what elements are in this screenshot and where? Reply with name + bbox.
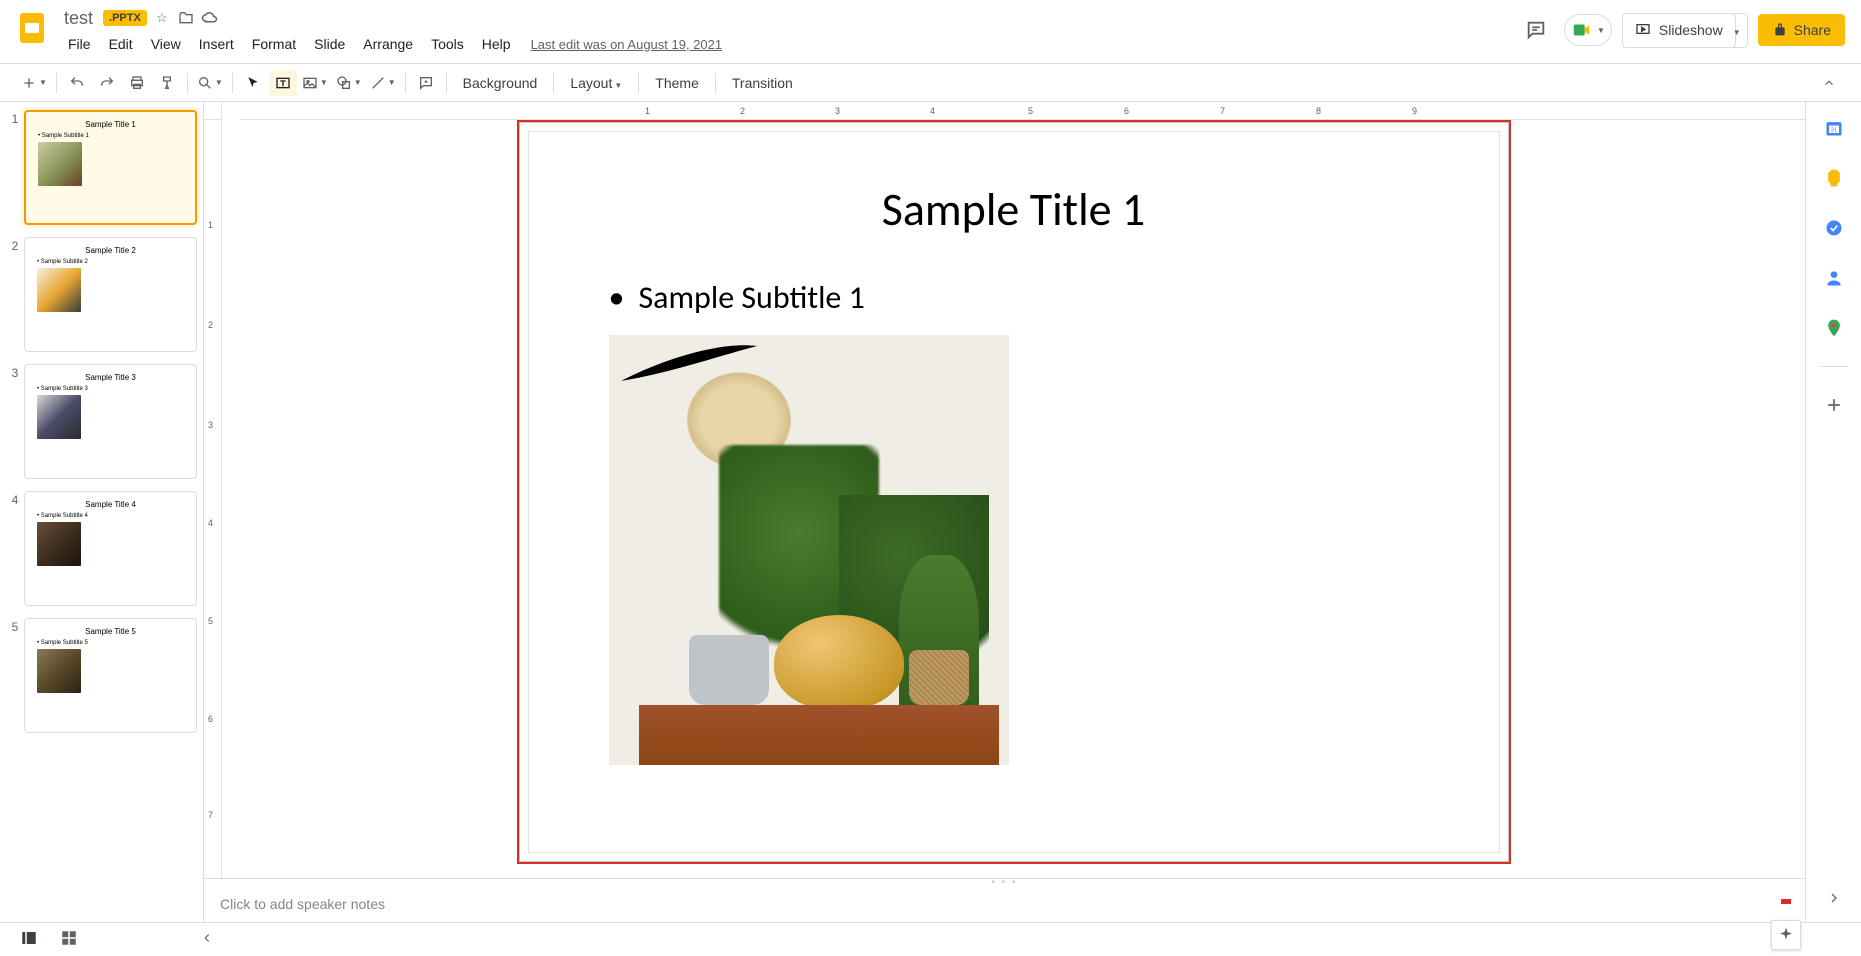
collapse-filmstrip-icon[interactable] [200, 931, 214, 948]
side-panel: 31 [1805, 102, 1861, 922]
shape-tool[interactable]: ▼ [333, 70, 365, 96]
bottom-bar [0, 922, 1861, 956]
speaker-notes[interactable]: Click to add speaker notes [204, 886, 1805, 922]
ruler-corner [204, 102, 222, 120]
slide-thumbnail-2[interactable]: Sample Title 2 • Sample Subtitle 2 [24, 237, 197, 352]
cloud-status-icon[interactable] [201, 9, 219, 27]
slide-thumbnail-3[interactable]: Sample Title 3 • Sample Subtitle 3 [24, 364, 197, 479]
thumb-number: 5 [6, 618, 24, 634]
main-area: 1 Sample Title 1 • Sample Subtitle 1 2 S… [0, 102, 1861, 922]
star-icon[interactable]: ☆ [153, 9, 171, 27]
slides-logo[interactable] [12, 8, 52, 48]
slide-thumbnail-4[interactable]: Sample Title 4 • Sample Subtitle 4 [24, 491, 197, 606]
menu-format[interactable]: Format [244, 32, 304, 56]
svg-text:31: 31 [1830, 127, 1836, 133]
textbox-tool[interactable] [269, 70, 297, 96]
menu-edit[interactable]: Edit [101, 32, 141, 56]
comments-icon[interactable] [1518, 12, 1554, 48]
thumb-number: 1 [6, 110, 24, 126]
image-tool[interactable]: ▼ [299, 70, 331, 96]
keep-icon[interactable] [1822, 166, 1846, 190]
redo-button[interactable] [93, 70, 121, 96]
thumb-image [37, 522, 81, 566]
slideshow-button[interactable]: Slideshow [1622, 13, 1736, 48]
addons-icon[interactable] [1822, 393, 1846, 417]
zoom-button[interactable]: ▼ [194, 70, 226, 96]
notes-drag-handle[interactable]: • • • [204, 878, 1805, 886]
hide-sidepanel-icon[interactable] [1822, 886, 1846, 910]
theme-button[interactable]: Theme [645, 71, 709, 95]
slideshow-label: Slideshow [1659, 22, 1723, 38]
share-label: Share [1794, 22, 1831, 38]
background-button[interactable]: Background [453, 71, 548, 95]
last-edit-link[interactable]: Last edit was on August 19, 2021 [531, 37, 723, 52]
explore-button[interactable] [1771, 920, 1801, 950]
pptx-badge: .PPTX [103, 10, 147, 26]
menu-view[interactable]: View [143, 32, 189, 56]
layout-button[interactable]: Layout▼ [560, 71, 632, 95]
thumb-number: 2 [6, 237, 24, 253]
menu-slide[interactable]: Slide [306, 32, 353, 56]
menu-file[interactable]: File [60, 32, 99, 56]
filmstrip-view-icon[interactable] [20, 929, 38, 950]
menu-insert[interactable]: Insert [191, 32, 242, 56]
slide-bullet[interactable]: Sample Subtitle 1 [609, 278, 1419, 317]
thumb-row: 3 Sample Title 3 • Sample Subtitle 3 [6, 364, 197, 479]
thumb-image [37, 649, 81, 693]
thumb-number: 4 [6, 491, 24, 507]
menu-arrange[interactable]: Arrange [355, 32, 421, 56]
slide-thumbnail-1[interactable]: Sample Title 1 • Sample Subtitle 1 [24, 110, 197, 225]
comment-button[interactable] [412, 70, 440, 96]
share-button[interactable]: Share [1758, 14, 1845, 46]
transition-button[interactable]: Transition [722, 71, 803, 95]
new-slide-button[interactable]: ▼ [18, 70, 50, 96]
paint-format-button[interactable] [153, 70, 181, 96]
thumb-row: 1 Sample Title 1 • Sample Subtitle 1 [6, 110, 197, 225]
slide-viewport[interactable]: Sample Title 1 Sample Subtitle 1 [222, 120, 1805, 878]
slide-title[interactable]: Sample Title 1 [609, 182, 1419, 238]
thumb-row: 5 Sample Title 5 • Sample Subtitle 5 [6, 618, 197, 733]
menu-bar: File Edit View Insert Format Slide Arran… [60, 30, 1518, 58]
select-tool[interactable] [239, 70, 267, 96]
undo-button[interactable] [63, 70, 91, 96]
tasks-icon[interactable] [1822, 216, 1846, 240]
vertical-ruler[interactable]: 1 2 3 4 5 6 7 [204, 120, 222, 878]
horizontal-ruler[interactable]: 1 2 3 4 5 6 7 8 9 [240, 102, 1805, 120]
document-title[interactable]: test [60, 7, 97, 30]
slide-image[interactable] [609, 335, 1009, 765]
slideshow-dropdown[interactable]: ▼ [1725, 13, 1748, 48]
menu-tools[interactable]: Tools [423, 32, 472, 56]
contacts-icon[interactable] [1822, 266, 1846, 290]
toolbar: ▼ ▼ ▼ ▼ ▼ Background Layout▼ Theme Trans… [0, 64, 1861, 102]
grid-view-icon[interactable] [60, 929, 78, 950]
slide-canvas[interactable]: Sample Title 1 Sample Subtitle 1 [519, 122, 1509, 862]
line-tool[interactable]: ▼ [367, 70, 399, 96]
slide-thumbnail-5[interactable]: Sample Title 5 • Sample Subtitle 5 [24, 618, 197, 733]
maps-icon[interactable] [1822, 316, 1846, 340]
calendar-icon[interactable]: 31 [1822, 116, 1846, 140]
thumb-image [38, 142, 82, 186]
thumb-number: 3 [6, 364, 24, 380]
meet-button[interactable]: ▼ [1564, 14, 1612, 46]
filmstrip[interactable]: 1 Sample Title 1 • Sample Subtitle 1 2 S… [0, 102, 204, 922]
thumb-image [37, 395, 81, 439]
app-header: test .PPTX ☆ File Edit View Insert Forma… [0, 0, 1861, 64]
menu-help[interactable]: Help [474, 32, 519, 56]
canvas-area: 1 2 3 4 5 6 7 8 9 1 2 3 4 5 6 7 [204, 102, 1805, 922]
collapse-toolbar-button[interactable] [1815, 70, 1843, 96]
move-icon[interactable] [177, 9, 195, 27]
print-button[interactable] [123, 70, 151, 96]
thumb-row: 2 Sample Title 2 • Sample Subtitle 2 [6, 237, 197, 352]
thumb-image [37, 268, 81, 312]
thumb-row: 4 Sample Title 4 • Sample Subtitle 4 [6, 491, 197, 606]
